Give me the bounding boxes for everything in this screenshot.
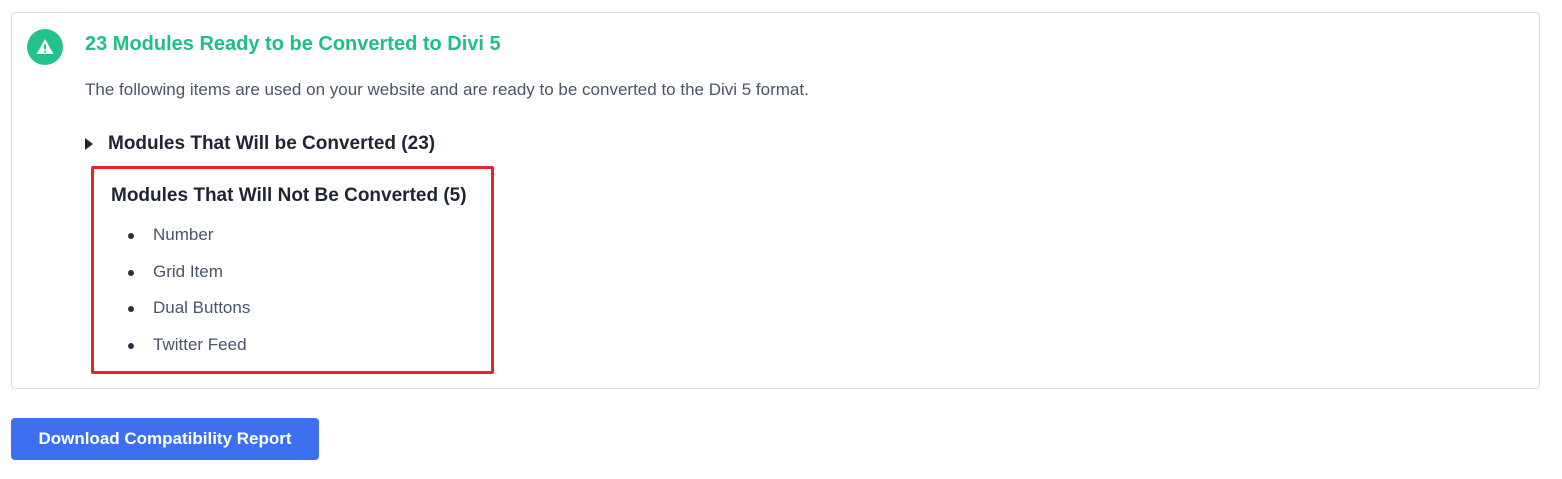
- warning-icon: [27, 29, 63, 65]
- download-report-button[interactable]: Download Compatibility Report: [11, 418, 319, 460]
- not-converted-list: Number Grid Item Dual Buttons Twitter Fe…: [111, 225, 250, 371]
- caret-right-icon: [85, 138, 93, 150]
- compatibility-notice: 23 Modules Ready to be Converted to Divi…: [11, 12, 1540, 389]
- notice-title: 23 Modules Ready to be Converted to Divi…: [85, 33, 501, 55]
- converted-modules-label: Modules That Will be Converted (23): [108, 133, 436, 154]
- not-converted-section: Modules That Will Not Be Converted (5) N…: [91, 166, 494, 374]
- list-item: Grid Item: [111, 262, 250, 299]
- list-item: Dual Buttons: [111, 298, 250, 335]
- not-converted-heading: Modules That Will Not Be Converted (5): [111, 185, 467, 206]
- list-item: Number: [111, 225, 250, 262]
- notice-description: The following items are used on your web…: [85, 80, 809, 99]
- converted-modules-toggle[interactable]: Modules That Will be Converted (23): [85, 133, 435, 155]
- list-item: Twitter Feed: [111, 335, 250, 372]
